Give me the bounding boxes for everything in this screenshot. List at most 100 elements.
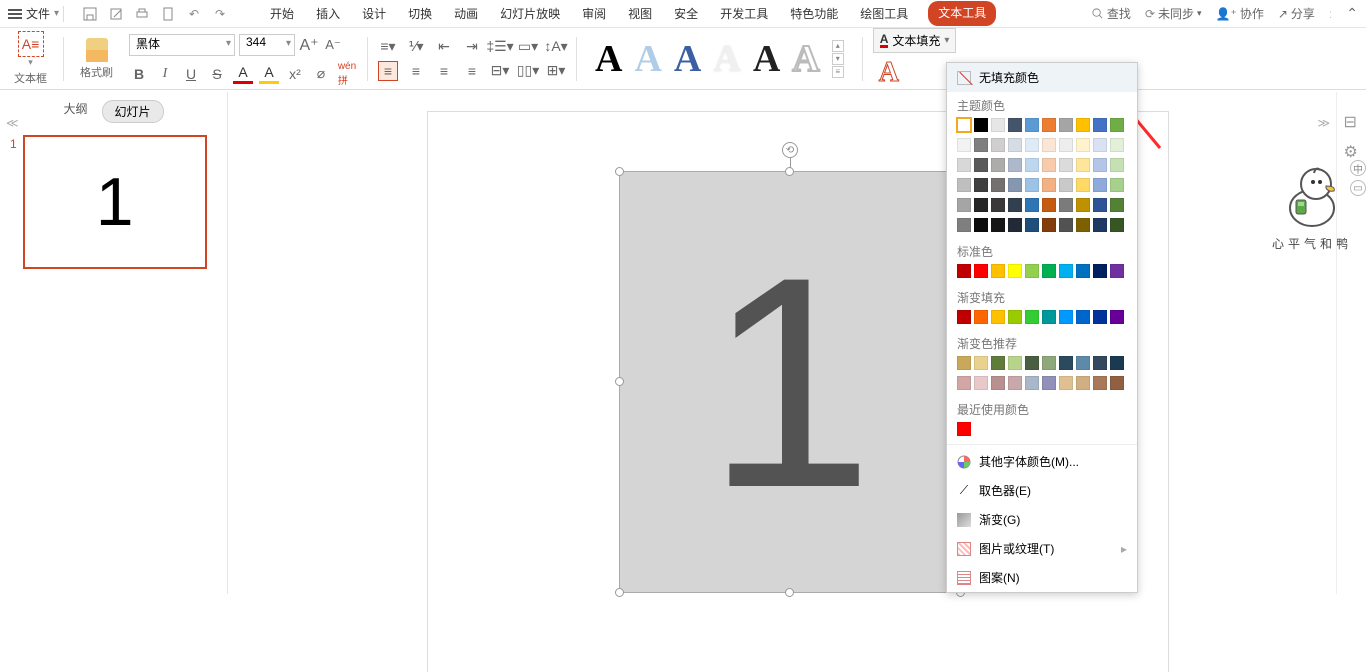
italic-button[interactable]: I xyxy=(155,64,175,84)
print-preview-icon[interactable] xyxy=(108,6,124,22)
color-swatch[interactable] xyxy=(1076,158,1090,172)
color-swatch[interactable] xyxy=(1042,218,1056,232)
undo-icon[interactable]: ↶ xyxy=(186,6,202,22)
bullets-button[interactable]: ≡▾ xyxy=(378,37,398,57)
color-swatch[interactable] xyxy=(974,264,988,278)
gallery-more-icon[interactable]: ≡ xyxy=(832,66,844,78)
redo-icon[interactable]: ↷ xyxy=(212,6,228,22)
gallery-next-icon[interactable]: ▾ xyxy=(832,53,844,65)
color-swatch[interactable] xyxy=(1008,218,1022,232)
wordart-style-6[interactable]: A xyxy=(792,37,819,81)
ruler-button[interactable]: ⊞▾ xyxy=(546,61,566,81)
valign-button[interactable]: ⊟▾ xyxy=(490,61,510,81)
color-swatch[interactable] xyxy=(1076,356,1090,370)
color-swatch[interactable] xyxy=(974,218,988,232)
font-size-select[interactable]: 344 xyxy=(239,34,295,56)
color-swatch[interactable] xyxy=(1110,138,1124,152)
text-fill-button[interactable]: A 文本填充 ▾ xyxy=(873,28,957,53)
color-swatch[interactable] xyxy=(974,310,988,324)
rotate-handle-icon[interactable]: ⟲ xyxy=(782,142,798,158)
color-swatch[interactable] xyxy=(974,138,988,152)
color-swatch[interactable] xyxy=(1093,178,1107,192)
color-swatch[interactable] xyxy=(1008,310,1022,324)
collapse-right-icon[interactable]: ≫ xyxy=(1317,116,1330,130)
color-swatch[interactable] xyxy=(957,178,971,192)
wordart-style-4[interactable]: A xyxy=(713,37,740,81)
color-swatch[interactable] xyxy=(1042,356,1056,370)
bold-button[interactable]: B xyxy=(129,64,149,84)
color-swatch[interactable] xyxy=(991,264,1005,278)
color-swatch[interactable] xyxy=(1025,218,1039,232)
color-swatch[interactable] xyxy=(1059,198,1073,212)
resize-handle[interactable] xyxy=(785,167,794,176)
wordart-style-5[interactable]: A xyxy=(753,37,780,81)
color-swatch[interactable] xyxy=(1076,310,1090,324)
color-swatch[interactable] xyxy=(1059,178,1073,192)
clear-format-button[interactable]: ⌀ xyxy=(311,64,331,84)
decrease-indent-button[interactable]: ⇤ xyxy=(434,37,454,57)
font-color-button[interactable]: A xyxy=(233,64,253,84)
wordart-style-3[interactable]: A xyxy=(674,37,701,81)
tab-transition[interactable]: 切换 xyxy=(406,1,434,26)
color-swatch[interactable] xyxy=(1059,158,1073,172)
format-painter-button[interactable] xyxy=(86,38,108,62)
columns2-button[interactable]: ▯▯▾ xyxy=(518,61,538,81)
tab-devtools[interactable]: 开发工具 xyxy=(718,1,770,26)
tab-design[interactable]: 设计 xyxy=(360,1,388,26)
sync-status[interactable]: ⟳未同步▾ xyxy=(1145,5,1202,22)
tab-texttools[interactable]: 文本工具 xyxy=(928,1,996,26)
color-swatch[interactable] xyxy=(1025,356,1039,370)
color-swatch[interactable] xyxy=(1008,264,1022,278)
numbering-button[interactable]: ⅟▾ xyxy=(406,37,426,57)
color-swatch[interactable] xyxy=(1093,118,1107,132)
color-swatch[interactable] xyxy=(1025,178,1039,192)
tab-slideshow[interactable]: 幻灯片放映 xyxy=(498,1,562,26)
tab-security[interactable]: 安全 xyxy=(672,1,700,26)
tab-insert[interactable]: 插入 xyxy=(314,1,342,26)
more-colors-option[interactable]: 其他字体颜色(M)... xyxy=(947,447,1137,476)
color-swatch[interactable] xyxy=(974,198,988,212)
color-swatch[interactable] xyxy=(1076,118,1090,132)
gallery-prev-icon[interactable]: ▴ xyxy=(832,40,844,52)
color-swatch[interactable] xyxy=(1076,218,1090,232)
color-swatch[interactable] xyxy=(1076,178,1090,192)
pattern-option[interactable]: 图案(N) xyxy=(947,563,1137,592)
color-swatch[interactable] xyxy=(1110,310,1124,324)
collab-button[interactable]: 👤⁺协作 xyxy=(1216,5,1264,22)
color-swatch[interactable] xyxy=(1110,376,1124,390)
color-swatch[interactable] xyxy=(1059,118,1073,132)
color-swatch[interactable] xyxy=(974,376,988,390)
color-swatch[interactable] xyxy=(1025,158,1039,172)
color-swatch[interactable] xyxy=(1025,198,1039,212)
color-swatch[interactable] xyxy=(991,118,1005,132)
color-swatch[interactable] xyxy=(1042,158,1056,172)
highlight-button[interactable]: A xyxy=(259,64,279,84)
font-name-select[interactable]: 黑体 xyxy=(129,34,235,56)
color-swatch[interactable] xyxy=(1025,310,1039,324)
no-fill-option[interactable]: 无填充颜色 xyxy=(947,63,1137,92)
color-swatch[interactable] xyxy=(1059,138,1073,152)
color-swatch[interactable] xyxy=(1110,118,1124,132)
phonetic-button[interactable]: wén拼 xyxy=(337,64,357,84)
slide-thumbnail[interactable]: 1 xyxy=(23,135,207,269)
align-right-button[interactable]: ≡ xyxy=(434,61,454,81)
save-icon[interactable] xyxy=(82,6,98,22)
color-swatch[interactable] xyxy=(991,178,1005,192)
textbox-button[interactable]: A≡ ▾ xyxy=(18,31,44,68)
color-swatch[interactable] xyxy=(957,310,971,324)
settings-pane-icon[interactable]: ⚙ xyxy=(1344,142,1360,158)
color-swatch[interactable] xyxy=(1093,218,1107,232)
resize-handle[interactable] xyxy=(615,167,624,176)
color-swatch[interactable] xyxy=(991,138,1005,152)
color-swatch[interactable] xyxy=(1042,376,1056,390)
wordart-style-1[interactable]: A xyxy=(595,37,622,81)
tab-review[interactable]: 审阅 xyxy=(580,1,608,26)
color-swatch[interactable] xyxy=(1110,218,1124,232)
underline-button[interactable]: U xyxy=(181,64,201,84)
color-swatch[interactable] xyxy=(1076,138,1090,152)
color-swatch[interactable] xyxy=(1042,138,1056,152)
color-swatch[interactable] xyxy=(1025,118,1039,132)
tab-special[interactable]: 特色功能 xyxy=(788,1,840,26)
outline-tab[interactable]: 大纲 xyxy=(63,100,87,123)
resize-handle[interactable] xyxy=(615,377,624,386)
